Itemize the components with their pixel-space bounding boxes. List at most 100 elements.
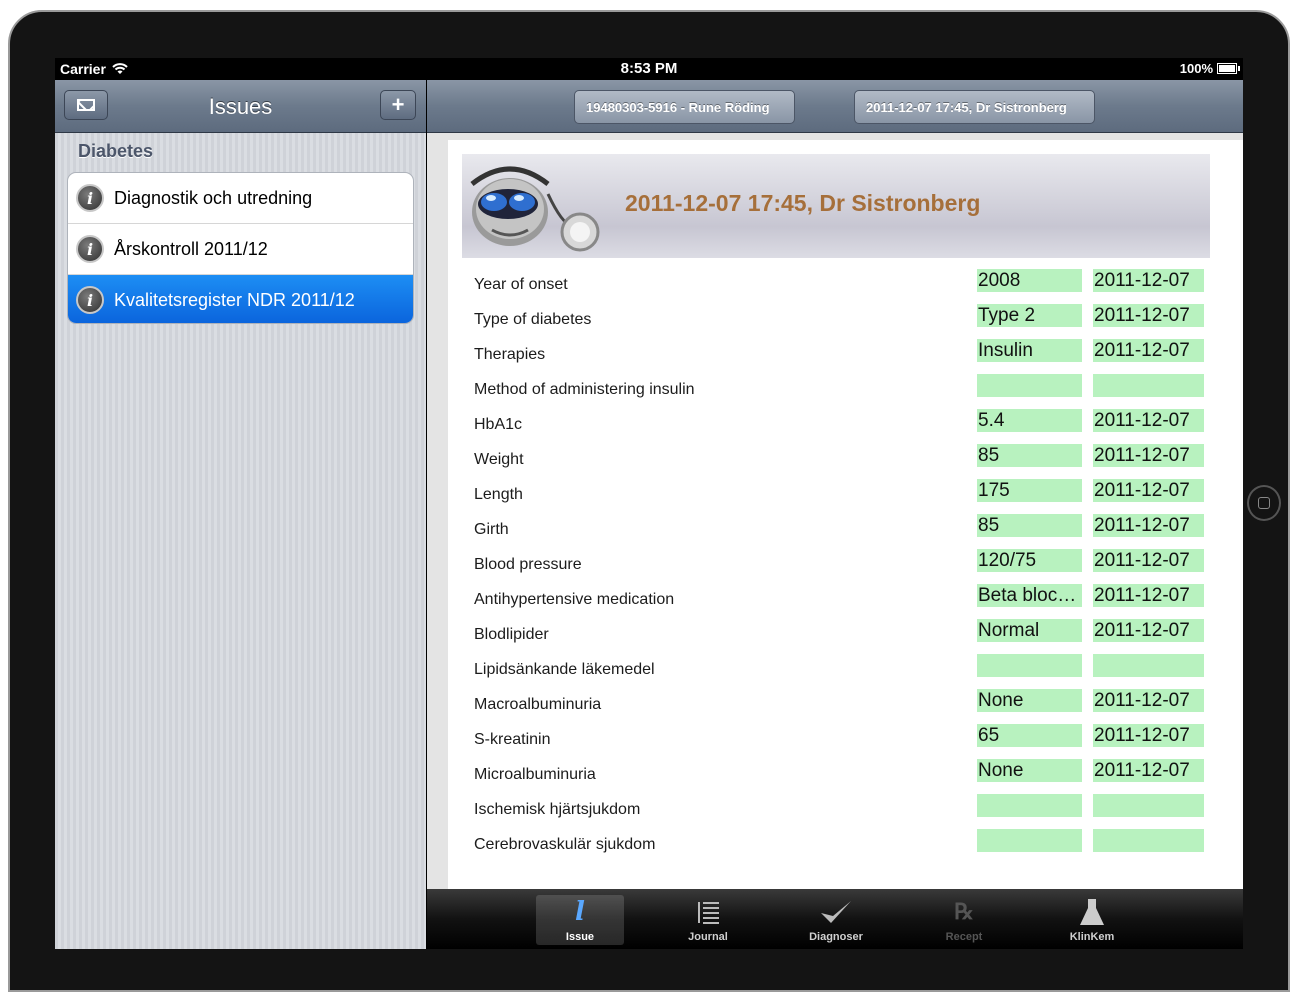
issue-icon: l xyxy=(575,896,585,927)
field-value-input[interactable]: None xyxy=(977,689,1082,712)
tab-klinkem[interactable]: KlinKem xyxy=(1048,895,1136,945)
form-row: Type of diabetes Type 2 2011-12-07 xyxy=(462,302,1210,337)
tab-recept: ℞ Recept xyxy=(920,895,1008,945)
field-label: Year of onset xyxy=(474,276,568,293)
form-row: Year of onset 2008 2011-12-07 xyxy=(462,267,1210,302)
status-bar: Carrier 8:53 PM 100% xyxy=(55,58,1243,80)
form-row: Lipidsänkande läkemedel xyxy=(462,652,1210,687)
tab-label: KlinKem xyxy=(1069,931,1115,943)
field-date-input[interactable]: 2011-12-07 xyxy=(1093,444,1204,467)
battery-percent: 100% xyxy=(1179,61,1213,76)
detail-navbar: 19480303-5916 - Rune Röding 2011-12-07 1… xyxy=(427,80,1243,133)
field-label: Blodlipider xyxy=(474,626,549,643)
screen: Carrier 8:53 PM 100% Issues + Diabetes i xyxy=(55,58,1243,949)
field-date-input[interactable]: 2011-12-07 xyxy=(1093,409,1204,432)
field-date-input[interactable]: 2011-12-07 xyxy=(1093,759,1204,782)
form-row: Antihypertensive medication Beta bloc… 201… xyxy=(462,582,1210,617)
form-banner: 2011-12-07 17:45, Dr Sistronberg xyxy=(462,154,1210,258)
flask-icon xyxy=(1048,895,1136,928)
field-label: Method of administering insulin xyxy=(474,381,695,398)
issue-icon: i xyxy=(76,235,104,263)
issue-list: i Diagnostik och utredning i Årskontroll… xyxy=(67,172,414,324)
field-date-input[interactable]: 2011-12-07 xyxy=(1093,339,1204,362)
field-date-input[interactable]: 2011-12-07 xyxy=(1093,304,1204,327)
form-row: S-kreatinin 65 2011-12-07 xyxy=(462,722,1210,757)
issue-item[interactable]: i Diagnostik och utredning xyxy=(68,173,413,224)
tab-label: Journal xyxy=(688,931,728,943)
tab-label: Diagnoser xyxy=(809,931,863,943)
home-button[interactable] xyxy=(1247,485,1281,521)
issue-item-selected[interactable]: i Kvalitetsregister NDR 2011/12 xyxy=(68,275,413,323)
field-value-input[interactable]: 85 xyxy=(977,514,1082,537)
field-date-input[interactable]: 2011-12-07 xyxy=(1093,479,1204,502)
section-header: Diabetes xyxy=(78,141,154,161)
form-row: Method of administering insulin xyxy=(462,372,1210,407)
tab-issue[interactable]: l Issue xyxy=(536,895,624,945)
field-label: HbA1c xyxy=(474,416,523,433)
patient-breadcrumb-button[interactable]: 19480303-5916 - Rune Röding xyxy=(574,90,795,124)
form-row: Macroalbuminuria None 2011-12-07 xyxy=(462,687,1210,722)
master-title: Issues xyxy=(208,94,273,119)
field-value-input[interactable]: 5.4 xyxy=(977,409,1082,432)
field-value-input[interactable]: 120/75 xyxy=(977,549,1082,572)
tab-label: Issue xyxy=(565,931,595,943)
tab-label: Recept xyxy=(945,931,983,943)
form-row: Girth 85 2011-12-07 xyxy=(462,512,1210,547)
field-date-input[interactable]: 2011-12-07 xyxy=(1093,584,1204,607)
field-label: Ischemisk hjärtsjukdom xyxy=(474,801,641,818)
tab-diagnoser[interactable]: Diagnoser xyxy=(792,895,880,945)
field-value-input[interactable] xyxy=(977,654,1082,677)
master-navbar: Issues + xyxy=(55,80,426,133)
form-row: Blodlipider Normal 2011-12-07 xyxy=(462,617,1210,652)
form-sheet: 2011-12-07 17:45, Dr Sistronberg Year of… xyxy=(448,140,1243,889)
form-row: Length 175 2011-12-07 xyxy=(462,477,1210,512)
form-row: Weight 85 2011-12-07 xyxy=(462,442,1210,477)
field-value-input[interactable] xyxy=(977,794,1082,817)
journal-icon xyxy=(664,895,752,928)
detail-pane: 19480303-5916 - Rune Röding 2011-12-07 1… xyxy=(427,80,1243,949)
field-value-input[interactable]: 175 xyxy=(977,479,1082,502)
visit-breadcrumb-button[interactable]: 2011-12-07 17:45, Dr Sistronberg xyxy=(854,90,1095,124)
field-value-input[interactable]: Insulin xyxy=(977,339,1082,362)
field-label: Blood pressure xyxy=(474,556,582,573)
field-label: Length xyxy=(474,486,523,503)
field-date-input[interactable]: 2011-12-07 xyxy=(1093,689,1204,712)
field-label: S-kreatinin xyxy=(474,731,551,748)
field-date-input[interactable] xyxy=(1093,794,1204,817)
field-label: Antihypertensive medication xyxy=(474,591,675,608)
field-value-input[interactable] xyxy=(977,374,1082,397)
field-date-input[interactable]: 2011-12-07 xyxy=(1093,549,1204,572)
battery-icon xyxy=(1217,63,1240,74)
form-row: Ischemisk hjärtsjukdom xyxy=(462,792,1210,827)
field-date-input[interactable] xyxy=(1093,374,1204,397)
field-date-input[interactable]: 2011-12-07 xyxy=(1093,514,1204,537)
issue-icon: i xyxy=(76,184,104,212)
master-pane: Issues + Diabetes i Diagnostik och utred… xyxy=(55,80,426,949)
field-value-input[interactable]: Beta bloc… xyxy=(977,584,1082,607)
field-value-input[interactable] xyxy=(977,829,1082,852)
field-date-input[interactable]: 2011-12-07 xyxy=(1093,269,1204,292)
field-value-input[interactable]: 2008 xyxy=(977,269,1082,292)
field-date-input[interactable] xyxy=(1093,829,1204,852)
field-date-input[interactable] xyxy=(1093,654,1204,677)
field-date-input[interactable]: 2011-12-07 xyxy=(1093,724,1204,747)
field-date-input[interactable]: 2011-12-07 xyxy=(1093,619,1204,642)
tab-journal[interactable]: Journal xyxy=(664,895,752,945)
field-label: Cerebrovaskulär sjukdom xyxy=(474,836,656,853)
field-value-input[interactable]: None xyxy=(977,759,1082,782)
form-row: Therapies Insulin 2011-12-07 xyxy=(462,337,1210,372)
add-issue-button[interactable]: + xyxy=(380,90,416,120)
issue-icon: i xyxy=(76,286,104,314)
home-button-icon xyxy=(1258,497,1270,509)
field-label: Therapies xyxy=(474,346,546,363)
checkmark-icon xyxy=(792,895,880,928)
field-label: Girth xyxy=(474,521,509,538)
field-label: Weight xyxy=(474,451,524,468)
field-value-input[interactable]: 85 xyxy=(977,444,1082,467)
field-value-input[interactable]: 65 xyxy=(977,724,1082,747)
form-row: HbA1c 5.4 2011-12-07 xyxy=(462,407,1210,442)
form-heading: 2011-12-07 17:45, Dr Sistronberg xyxy=(625,190,981,216)
field-value-input[interactable]: Normal xyxy=(977,619,1082,642)
field-value-input[interactable]: Type 2 xyxy=(977,304,1082,327)
issue-item[interactable]: i Årskontroll 2011/12 xyxy=(68,224,413,275)
